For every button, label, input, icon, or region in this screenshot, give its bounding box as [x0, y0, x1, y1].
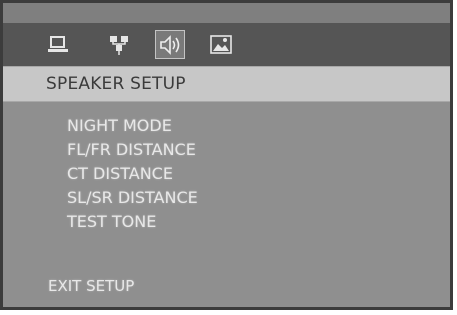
monitor-icon[interactable]: [44, 31, 72, 58]
menu-item-fl-fr-distance[interactable]: FL/FR DISTANCE: [67, 138, 198, 162]
menu-item-test-tone[interactable]: TEST TONE: [67, 210, 198, 234]
category-icon-bar: [3, 23, 450, 66]
page-title: SPEAKER SETUP: [46, 74, 186, 94]
network-icon[interactable]: [105, 31, 133, 58]
menu-item-night-mode[interactable]: NIGHT MODE: [67, 114, 198, 138]
picture-icon[interactable]: [207, 31, 235, 58]
section-header: SPEAKER SETUP: [3, 66, 450, 102]
menu-item-sl-sr-distance[interactable]: SL/SR DISTANCE: [67, 186, 198, 210]
speaker-setup-menu: NIGHT MODE FL/FR DISTANCE CT DISTANCE SL…: [67, 114, 198, 234]
exit-setup-button[interactable]: EXIT SETUP: [48, 277, 134, 295]
speaker-icon[interactable]: [155, 30, 185, 59]
setup-osd-panel: SPEAKER SETUP NIGHT MODE FL/FR DISTANCE …: [0, 0, 453, 310]
menu-item-ct-distance[interactable]: CT DISTANCE: [67, 162, 198, 186]
top-strip: [3, 3, 450, 23]
